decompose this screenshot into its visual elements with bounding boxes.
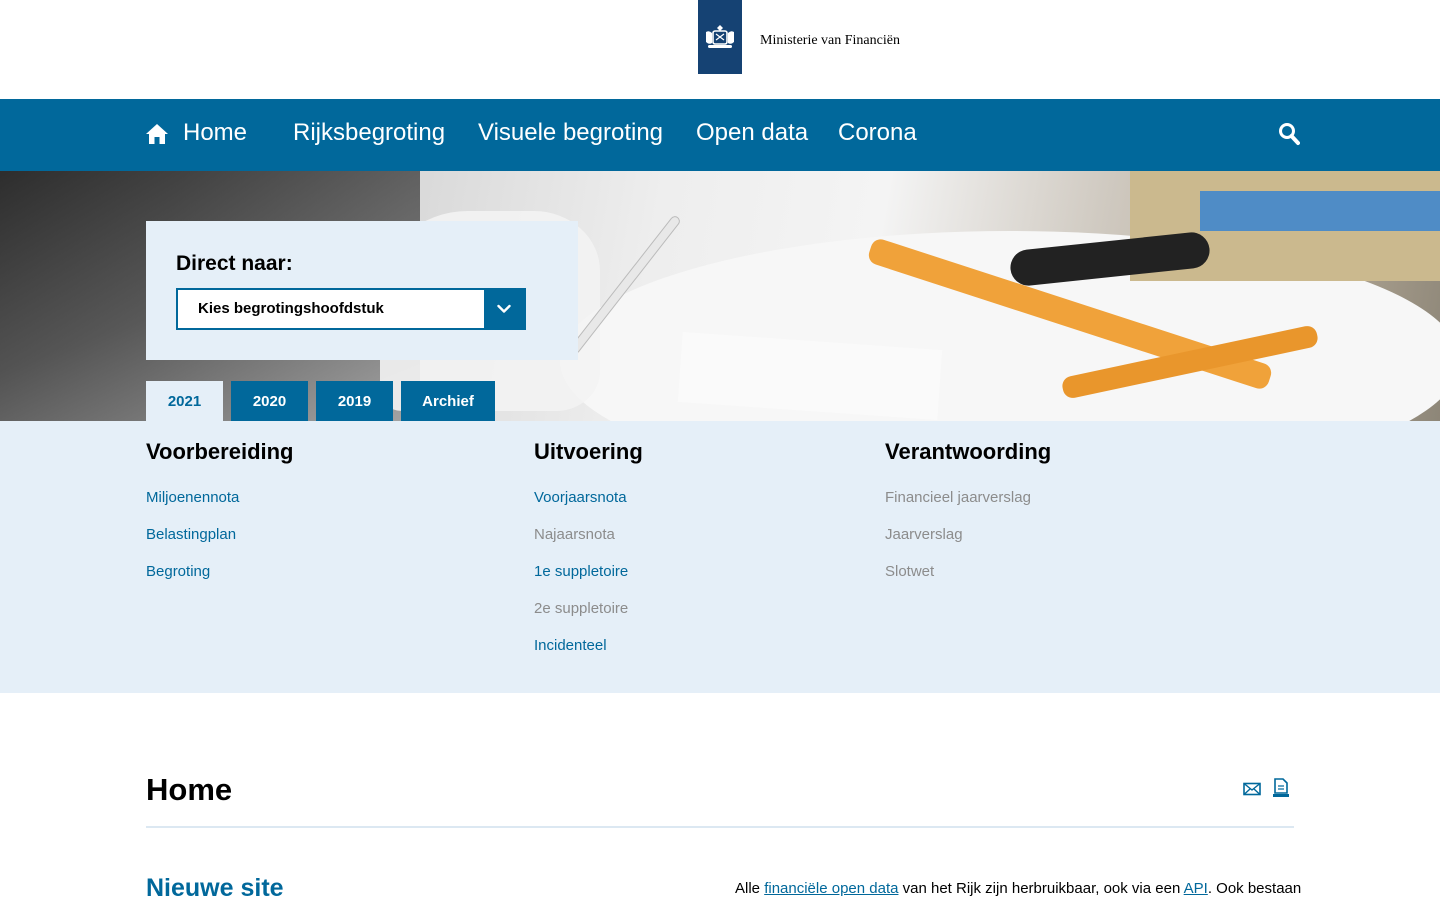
link-slotwet: Slotwet: [885, 563, 935, 580]
print-icon[interactable]: [1272, 778, 1290, 798]
mail-icon[interactable]: [1243, 780, 1261, 798]
nav-item-home[interactable]: Home: [183, 119, 247, 147]
column-uitvoering: Uitvoering Voorjaarsnota Najaarsnota 1e …: [534, 439, 643, 664]
link-incidenteel[interactable]: Incidenteel: [534, 627, 643, 664]
nav-item-open-data[interactable]: Open data: [696, 119, 808, 147]
tab-2019[interactable]: 2019: [316, 381, 393, 421]
open-data-link[interactable]: financiële open data: [764, 880, 898, 897]
nav-item-visuele-begroting[interactable]: Visuele begroting: [478, 119, 663, 147]
site-header: Ministerie van Financiën: [0, 0, 1440, 99]
column-verantwoording: Verantwoording Financieel jaarverslag Ja…: [885, 439, 1051, 590]
column-voorbereiding: Voorbereiding Miljoenennota Belastingpla…: [146, 439, 294, 590]
hero-box-blue-shape: [1200, 191, 1440, 231]
budget-links-panel: Voorbereiding Miljoenennota Belastingpla…: [0, 421, 1440, 693]
link-jaarverslag: Jaarverslag: [885, 526, 963, 543]
logo[interactable]: [698, 0, 742, 74]
link-2e-suppletoire: 2e suppletoire: [534, 600, 629, 617]
intro-text: Alle financiële open data van het Rijk z…: [735, 880, 1301, 897]
chapter-select[interactable]: Kies begrotingshoofdstuk: [176, 288, 526, 330]
direct-naar-label: Direct naar:: [176, 252, 293, 275]
main-navigation: Home Rijksbegroting Visuele begroting Op…: [0, 99, 1440, 171]
column-heading: Voorbereiding: [146, 439, 294, 464]
link-belastingplan[interactable]: Belastingplan: [146, 516, 294, 553]
section-title: Nieuwe site: [146, 874, 284, 900]
column-heading: Uitvoering: [534, 439, 643, 464]
search-icon[interactable]: [1278, 122, 1300, 146]
intro-text-middle: van het Rijk zijn herbruikbaar, ook via …: [898, 880, 1184, 897]
link-voorjaarsnota[interactable]: Voorjaarsnota: [534, 479, 643, 516]
page-title: Home: [146, 772, 233, 807]
nav-item-corona[interactable]: Corona: [838, 119, 917, 147]
link-begroting[interactable]: Begroting: [146, 553, 294, 590]
title-divider: [146, 826, 1294, 828]
ministry-name[interactable]: Ministerie van Financiën: [760, 33, 900, 49]
direct-naar-panel: Direct naar: Kies begrotingshoofdstuk: [146, 221, 578, 360]
tab-2021[interactable]: 2021: [146, 381, 223, 421]
link-1e-suppletoire[interactable]: 1e suppletoire: [534, 553, 643, 590]
intro-text-prefix: Alle: [735, 880, 765, 897]
chapter-select-button[interactable]: [484, 290, 524, 328]
tab-2020[interactable]: 2020: [231, 381, 308, 421]
link-miljoenennota[interactable]: Miljoenennota: [146, 479, 294, 516]
intro-text-suffix: . Ook bestaan: [1207, 880, 1302, 897]
api-link[interactable]: API: [1184, 880, 1208, 897]
column-heading: Verantwoording: [885, 439, 1052, 464]
chapter-select-value: Kies begrotingshoofdstuk: [198, 300, 384, 317]
link-financieel-jaarverslag: Financieel jaarverslag: [885, 489, 1031, 506]
home-icon[interactable]: [146, 123, 168, 145]
coat-of-arms-icon: [706, 25, 734, 48]
tab-archief[interactable]: Archief: [401, 381, 495, 421]
link-najaarsnota: Najaarsnota: [534, 526, 615, 543]
nav-item-rijksbegroting[interactable]: Rijksbegroting: [293, 119, 445, 147]
chevron-down-icon: [497, 304, 511, 313]
